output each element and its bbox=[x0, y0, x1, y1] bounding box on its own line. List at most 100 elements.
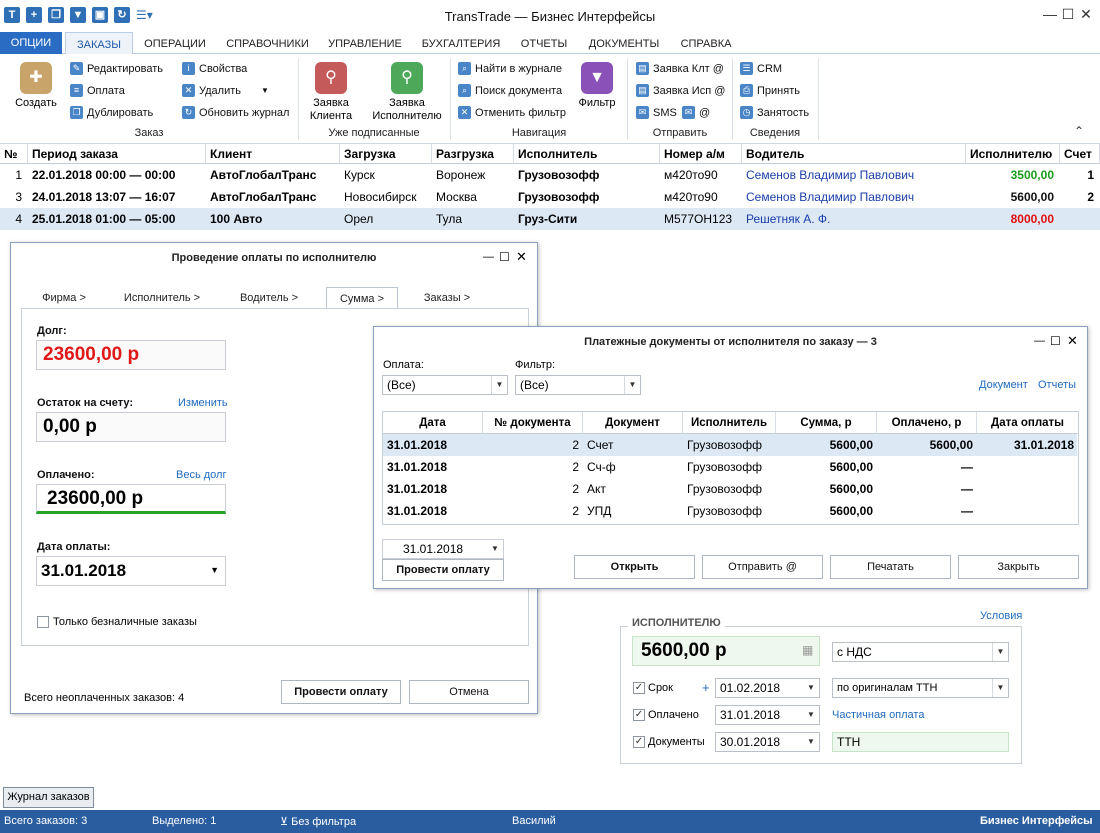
dialog-maximize-icon[interactable]: ☐ bbox=[1050, 334, 1061, 348]
order-row[interactable]: 1 22.01.2018 00:00 — 00:00 АвтоГлобалТранс… bbox=[0, 164, 1100, 186]
app-menu-icon[interactable]: T bbox=[4, 7, 20, 23]
find-in-journal-button[interactable]: ⌕ Найти в журнале bbox=[458, 62, 562, 75]
edit-button[interactable]: ✎ Редактировать bbox=[70, 62, 163, 75]
tab-driver[interactable]: Водитель > bbox=[229, 287, 309, 309]
column-header-num[interactable]: № bbox=[0, 144, 28, 164]
cashless-checkbox[interactable] bbox=[37, 616, 49, 628]
order-row[interactable]: 4 25.01.2018 01:00 — 05:00 100 Авто Орел Тул… bbox=[0, 208, 1100, 230]
executor-request-button[interactable]: ⚲ Заявка Исполнителю bbox=[370, 62, 444, 123]
menu-reports[interactable]: ОТЧЕТЫ bbox=[516, 32, 572, 54]
executor-amount-field[interactable]: 5600,00 р bbox=[632, 636, 820, 666]
find-document-button[interactable]: ⌕ Поиск документа bbox=[458, 84, 562, 97]
document-row[interactable]: 31.01.2018 2 УПД Грузовозофф 5600,00 — bbox=[383, 500, 1077, 522]
client-request-button[interactable]: ⚲ Заявка Клиента bbox=[306, 62, 356, 123]
documents-date-picker[interactable]: 31.01.2018 ▼ bbox=[382, 539, 504, 559]
column-header-client[interactable]: Клиент bbox=[206, 144, 340, 164]
document-row[interactable]: 31.01.2018 2 Сч-ф Грузовозофф 5600,00 — bbox=[383, 456, 1077, 478]
calculator-icon[interactable]: ▦ bbox=[802, 643, 813, 657]
refresh-icon[interactable]: ↻ bbox=[114, 7, 130, 23]
dialog-close-icon[interactable]: ✕ bbox=[1067, 333, 1078, 349]
duplicate-button[interactable]: ❐ Дублировать bbox=[70, 106, 153, 119]
menu-options[interactable]: ОПЦИИ bbox=[0, 32, 62, 54]
tab-firm[interactable]: Фирма > bbox=[29, 287, 99, 309]
add-icon[interactable]: + bbox=[26, 7, 42, 23]
doc-header-number[interactable]: № документа bbox=[483, 412, 583, 434]
dialog-minimize-icon[interactable]: — bbox=[483, 251, 494, 263]
filter-button[interactable]: ▼ Фильтр bbox=[574, 62, 620, 110]
cancel-button[interactable]: Отмена bbox=[409, 680, 529, 704]
delete-button[interactable]: ✕ Удалить ▼ bbox=[182, 84, 269, 97]
doc-header-date[interactable]: Дата bbox=[383, 412, 483, 434]
tab-executor[interactable]: Исполнитель > bbox=[117, 287, 207, 309]
email-button[interactable]: ✉ @ bbox=[682, 106, 710, 119]
chevron-down-icon[interactable]: ▼ bbox=[261, 86, 269, 95]
menu-operations[interactable]: ОПЕРАЦИИ bbox=[138, 32, 212, 54]
column-header-car[interactable]: Номер а/м bbox=[660, 144, 742, 164]
refresh-journal-button[interactable]: ↻ Обновить журнал bbox=[182, 106, 289, 119]
document-row[interactable]: 31.01.2018 2 Акт Грузовозофф 5600,00 — bbox=[383, 478, 1077, 500]
copy-icon[interactable]: ❐ bbox=[48, 7, 64, 23]
payment-filter-select[interactable]: (Все) ▼ bbox=[382, 375, 508, 395]
status-filter[interactable]: ⊻ Без фильтра bbox=[280, 815, 356, 828]
documents-date-picker[interactable]: 30.01.2018 ▼ bbox=[715, 732, 820, 752]
customize-menu-icon[interactable]: ☰▾ bbox=[136, 8, 153, 22]
menu-directories[interactable]: СПРАВОЧНИКИ bbox=[220, 32, 315, 54]
tab-sum[interactable]: Сумма > bbox=[326, 287, 398, 309]
doc-header-document[interactable]: Документ bbox=[583, 412, 683, 434]
documents-input[interactable]: ТТН bbox=[832, 732, 1009, 752]
menu-help[interactable]: СПРАВКА bbox=[674, 32, 738, 54]
maximize-button[interactable]: ☐ bbox=[1058, 6, 1078, 23]
dialog-close-icon[interactable]: ✕ bbox=[516, 249, 527, 265]
add-term-icon[interactable]: + bbox=[702, 680, 710, 695]
tab-orders[interactable]: Заказы > bbox=[407, 287, 487, 309]
submit-payment-button[interactable]: Провести оплату bbox=[281, 680, 401, 704]
documents-checkbox[interactable]: ✓ bbox=[633, 736, 645, 748]
client-request-email-button[interactable]: ▤ Заявка Клт @ bbox=[636, 62, 724, 75]
open-button[interactable]: Открыть bbox=[574, 555, 695, 579]
journal-tab[interactable]: Журнал заказов bbox=[3, 787, 94, 808]
chevron-down-icon[interactable]: ▼ bbox=[210, 565, 219, 575]
create-button[interactable]: ✚ Создать bbox=[10, 62, 62, 110]
payment-button[interactable]: ≡ Оплата bbox=[70, 84, 125, 97]
busy-button[interactable]: ◷ Занятость bbox=[740, 106, 809, 119]
accept-button[interactable]: ⎙ Принять bbox=[740, 84, 800, 97]
crm-button[interactable]: ☰ CRM bbox=[740, 62, 782, 75]
term-basis-select[interactable]: по оригиналам ТТН ▼ bbox=[832, 678, 1009, 698]
menu-accounting[interactable]: БУХГАЛТЕРИЯ bbox=[414, 32, 508, 54]
full-debt-link[interactable]: Весь долг bbox=[176, 469, 226, 481]
column-header-executor-amount[interactable]: Исполнителю bbox=[966, 144, 1060, 164]
paid-date-picker[interactable]: 31.01.2018 ▼ bbox=[715, 705, 820, 725]
partial-payment-link[interactable]: Частичная оплата bbox=[832, 709, 924, 721]
change-balance-link[interactable]: Изменить bbox=[178, 397, 228, 409]
conditions-link[interactable]: Условия bbox=[980, 610, 1022, 622]
doc-header-sum[interactable]: Сумма, р bbox=[776, 412, 877, 434]
doc-header-paid-date[interactable]: Дата оплаты bbox=[977, 412, 1078, 434]
column-header-driver[interactable]: Водитель bbox=[742, 144, 966, 164]
cancel-filter-button[interactable]: ✕ Отменить фильтр bbox=[458, 106, 566, 119]
column-header-invoice[interactable]: Счет bbox=[1060, 144, 1100, 164]
menu-documents[interactable]: ДОКУМЕНТЫ bbox=[582, 32, 666, 54]
doc-header-executor[interactable]: Исполнитель bbox=[683, 412, 776, 434]
close-button[interactable]: ✕ bbox=[1076, 6, 1096, 23]
properties-button[interactable]: i Свойства bbox=[182, 62, 247, 75]
send-email-button[interactable]: Отправить @ bbox=[702, 555, 823, 579]
filter-icon[interactable]: ▼ bbox=[70, 7, 86, 23]
minimize-button[interactable]: — bbox=[1040, 6, 1060, 22]
close-dialog-button[interactable]: Закрыть bbox=[958, 555, 1079, 579]
term-checkbox[interactable]: ✓ bbox=[633, 682, 645, 694]
vat-select[interactable]: с НДС ▼ bbox=[832, 642, 1009, 662]
executor-request-email-button[interactable]: ▤ Заявка Исп @ bbox=[636, 84, 725, 97]
doc-header-paid[interactable]: Оплачено, р bbox=[877, 412, 977, 434]
document-link[interactable]: Документ bbox=[979, 379, 1028, 391]
submit-payment-small-button[interactable]: Провести оплату bbox=[382, 559, 504, 581]
dialog-minimize-icon[interactable]: — bbox=[1034, 335, 1045, 347]
menu-orders[interactable]: ЗАКАЗЫ bbox=[65, 32, 133, 54]
column-header-unload[interactable]: Разгрузка bbox=[432, 144, 514, 164]
filter-select[interactable]: (Все) ▼ bbox=[515, 375, 641, 395]
reports-link[interactable]: Отчеты bbox=[1038, 379, 1076, 391]
document-row[interactable]: 31.01.2018 2 Счет Грузовозофф 5600,00 5600,00… bbox=[383, 434, 1077, 456]
term-date-picker[interactable]: 01.02.2018 ▼ bbox=[715, 678, 820, 698]
column-header-load[interactable]: Загрузка bbox=[340, 144, 432, 164]
dialog-maximize-icon[interactable]: ☐ bbox=[499, 250, 510, 264]
print-button[interactable]: Печатать bbox=[830, 555, 951, 579]
